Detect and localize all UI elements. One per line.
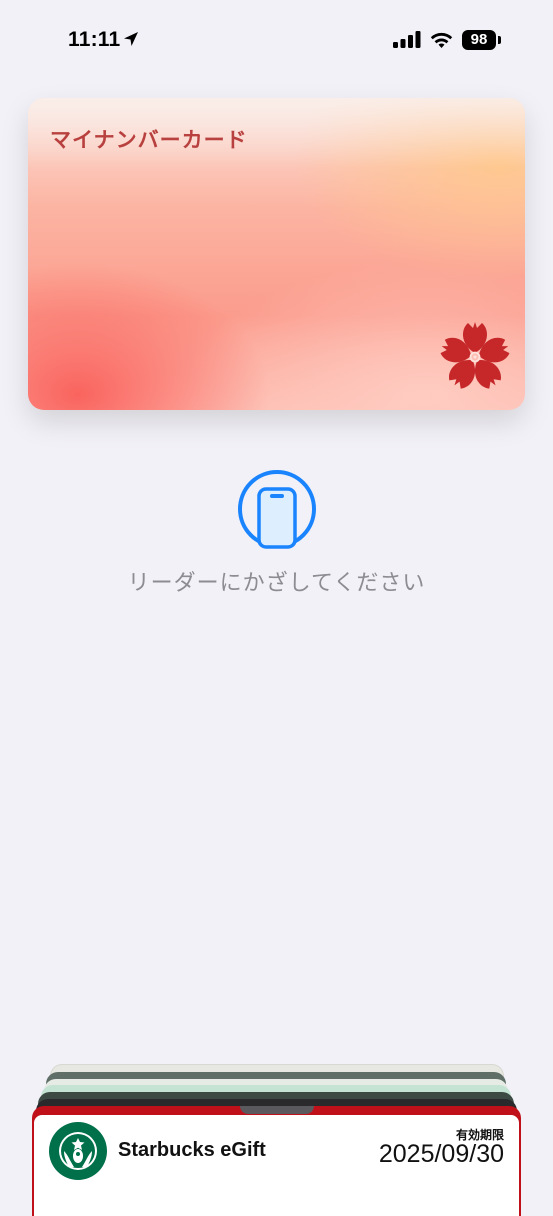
status-time: 11:11 (68, 28, 121, 51)
battery-level: 98 (470, 31, 488, 48)
reader-instruction: リーダーにかざしてください (127, 570, 426, 595)
phone-nfc-icon (236, 468, 318, 555)
pass-name: Starbucks eGift (118, 1139, 266, 1161)
wifi-icon (429, 30, 454, 54)
status-bar: 11:11 98 (0, 0, 553, 80)
card-title: マイナンバーカード (50, 129, 248, 152)
sakura-flower-icon (437, 320, 513, 399)
battery-nub (498, 36, 501, 44)
expiry-date: 2025/09/30 (378, 1140, 504, 1168)
cellular-signal-icon (393, 31, 421, 53)
location-arrow-icon (122, 30, 140, 53)
egift-pass-face: Starbucks eGift 有効期限 2025/09/30 (34, 1115, 519, 1216)
starbucks-logo (48, 1121, 108, 1186)
pass-notch (240, 1106, 314, 1114)
my-number-card[interactable]: マイナンバーカード (28, 98, 525, 410)
battery-icon: 98 (462, 30, 496, 50)
